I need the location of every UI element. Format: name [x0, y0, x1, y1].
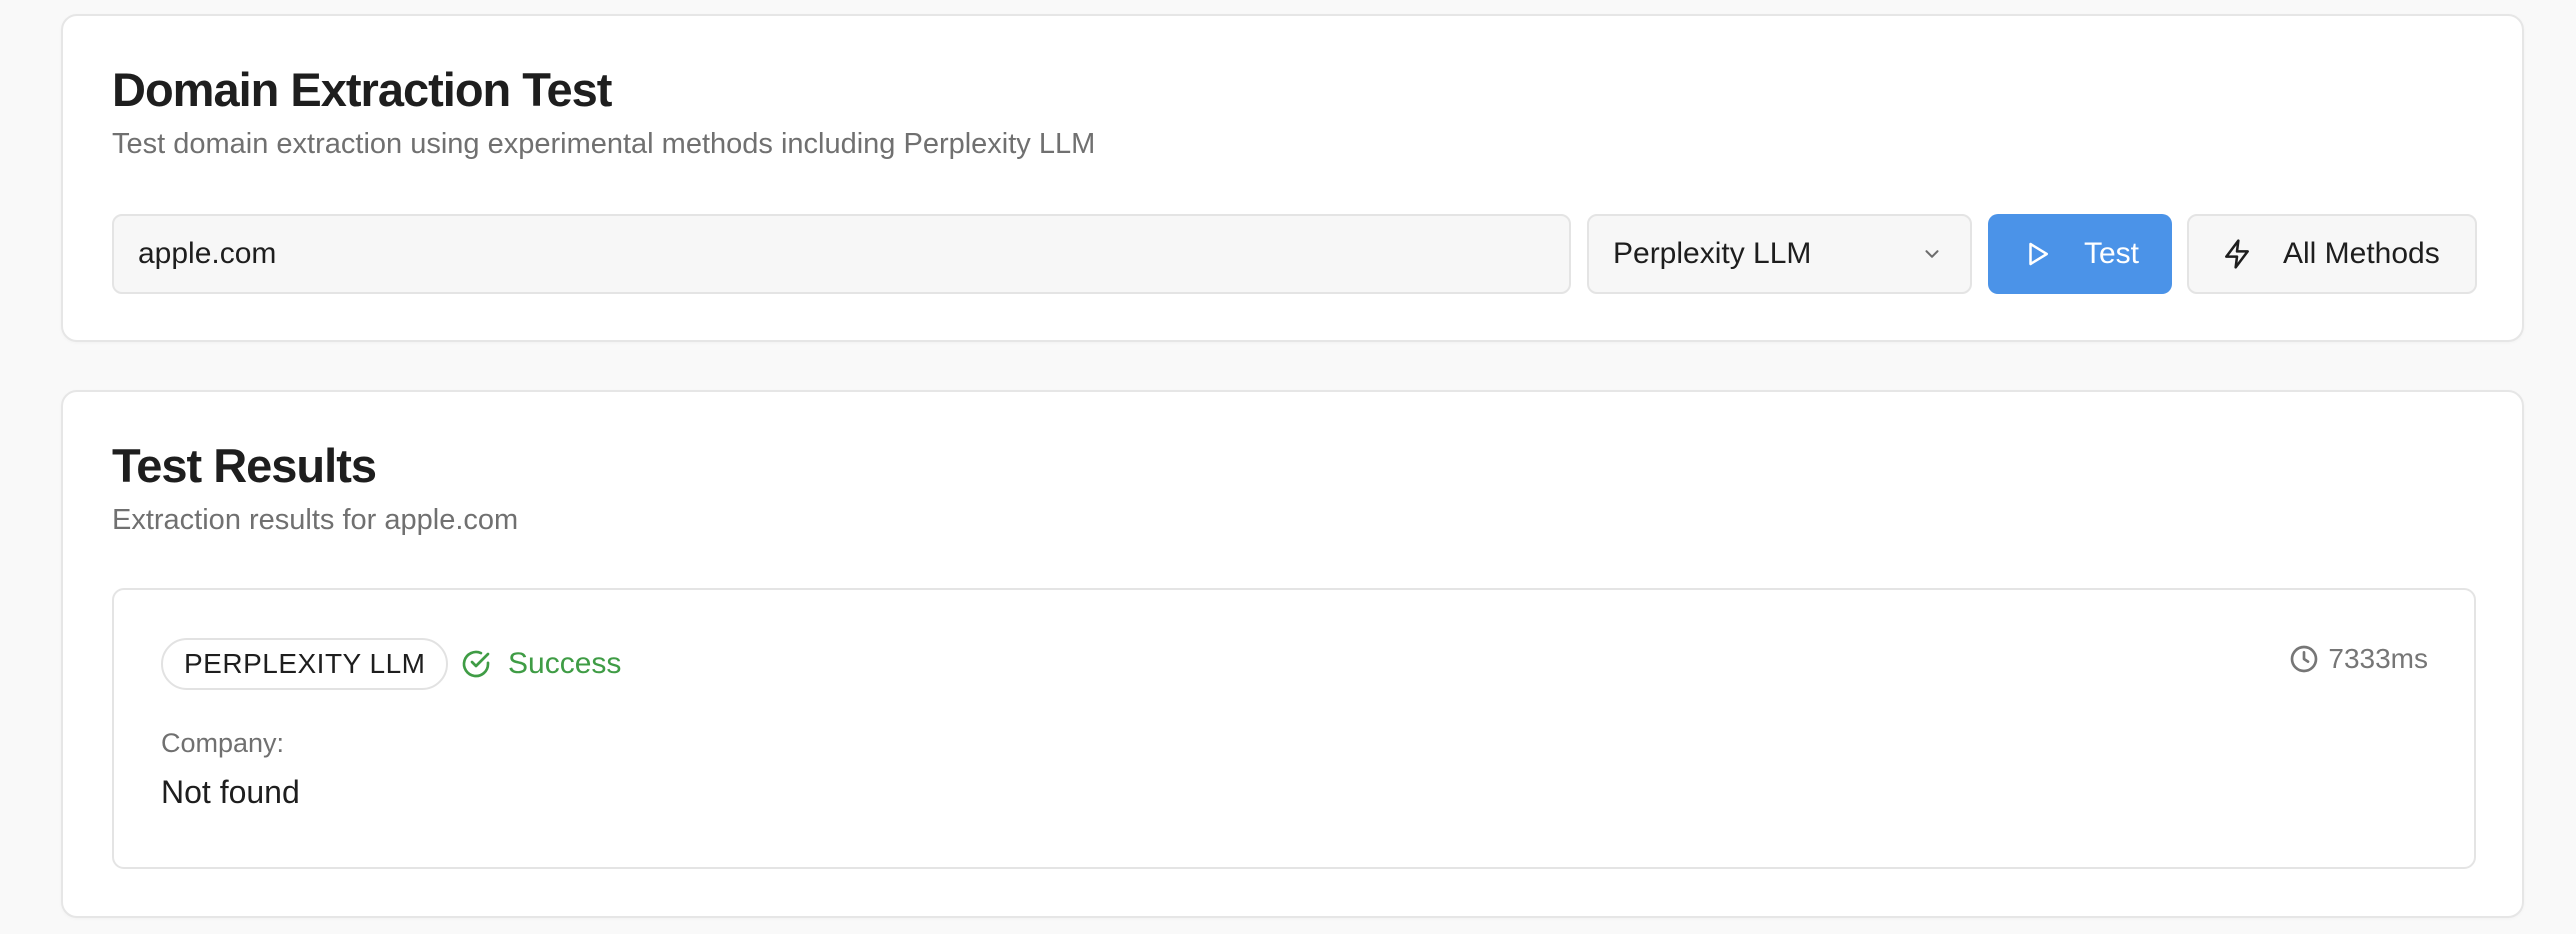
duration: 7333ms — [2288, 638, 2428, 680]
status-text: Success — [508, 647, 622, 680]
method-select-value: Perplexity LLM — [1613, 237, 1812, 270]
all-methods-button[interactable]: All Methods — [2187, 214, 2477, 294]
company-value: Not found — [161, 774, 300, 810]
method-select[interactable]: Perplexity LLM — [1587, 214, 1972, 294]
test-results-card: Test Results Extraction results for appl… — [61, 390, 2524, 918]
all-methods-button-label: All Methods — [2283, 237, 2440, 270]
extraction-test-card: Domain Extraction Test Test domain extra… — [61, 14, 2524, 342]
duration-text: 7333ms — [2328, 643, 2428, 674]
results-title: Test Results — [112, 439, 377, 492]
status-indicator: Success — [460, 638, 621, 690]
result-item: PERPLEXITY LLM Success 7333ms Company: N… — [112, 588, 2476, 869]
play-icon — [2022, 238, 2054, 270]
check-circle-icon — [460, 648, 492, 680]
page-subtitle: Test domain extraction using experimenta… — [112, 128, 1096, 160]
chevron-down-icon — [1918, 240, 1946, 268]
method-badge: PERPLEXITY LLM — [161, 638, 449, 690]
page-title: Domain Extraction Test — [112, 63, 612, 116]
test-button[interactable]: Test — [1988, 214, 2172, 294]
results-subtitle: Extraction results for apple.com — [112, 504, 519, 536]
company-label: Company: — [161, 728, 285, 758]
test-button-label: Test — [2084, 237, 2140, 270]
lightning-bolt-icon — [2221, 238, 2253, 270]
domain-input[interactable] — [112, 214, 1571, 294]
clock-icon — [2288, 643, 2320, 675]
